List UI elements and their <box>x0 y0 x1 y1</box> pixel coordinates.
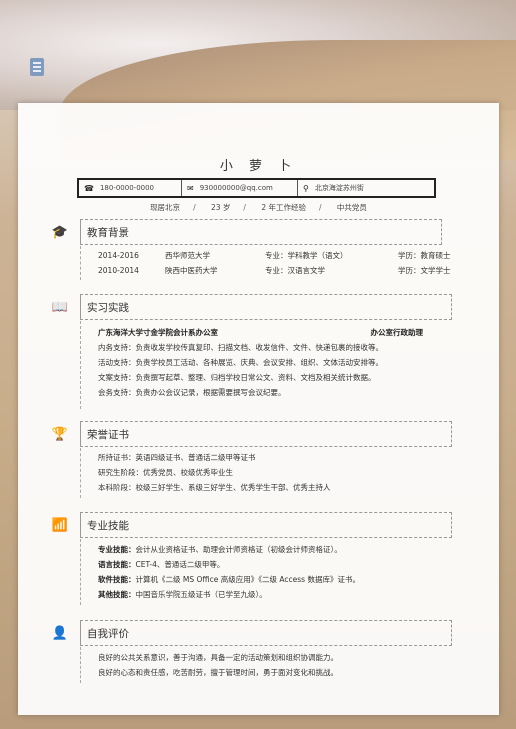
person-icon: 👤 <box>51 625 69 641</box>
skill-line: 语言技能：CET-4、普通话二级甲等。 <box>98 557 360 572</box>
bar-chart-icon: 📶 <box>51 517 69 533</box>
section-education: 🎓 教育背景 <box>46 218 442 246</box>
honor-line: 本科阶段：校级三好学生、系级三好学生、优秀学生干部、优秀主持人 <box>98 483 331 492</box>
edu-major: 专业：汉语言文学 <box>265 266 325 275</box>
section-title-practice: 实习实践 <box>80 294 452 320</box>
contact-address: ⚲ 北京海淀苏州街 <box>298 180 434 196</box>
graduation-cap-icon: 🎓 <box>51 224 69 240</box>
meta-location: 现居北京 <box>150 203 181 212</box>
contact-bar: ☎ 180-0000-0000 ✉ 930000000@qq.com ⚲ 北京海… <box>77 178 436 198</box>
meta-politics: 中共党员 <box>336 203 367 212</box>
trophy-icon: 🏆 <box>51 426 69 442</box>
skill-label: 语言技能： <box>98 560 136 569</box>
resume-name: 小 萝 卜 <box>219 159 298 174</box>
honor-line: 所持证书：英语四级证书、普通话二级甲等证书 <box>98 453 256 462</box>
self-list: 良好的公共关系意识，善于沟通，具备一定的活动策划和组织协调能力。 良好的心态和责… <box>98 650 338 680</box>
skill-line: 专业技能：会计从业资格证书、助理会计师资格证（初级会计师资格证）。 <box>98 542 360 557</box>
edu-major: 专业：学科教学（语文） <box>265 251 348 260</box>
section-honors: 🏆 荣誉证书 <box>46 420 452 448</box>
email-icon: ✉ <box>187 183 194 193</box>
edu-period: 2014-2016 <box>98 251 139 260</box>
divider <box>80 539 81 605</box>
practice-line: 文案支持：负责撰写起草、整理、归档学校日常公文、资料、文档及相关统计数据。 <box>98 373 376 382</box>
practice-list: 广东海洋大学寸金学院会计系办公室 办公室行政助理 内务支持：负责收发学校传真复印… <box>98 325 423 400</box>
section-title-honors: 荣誉证书 <box>80 421 452 447</box>
skill-line: 软件技能：计算机《二级 MS Office 高级应用》《二级 Access 数据… <box>98 572 360 587</box>
meta-experience: 2 年工作经验 <box>261 203 306 212</box>
edu-school: 西华师范大学 <box>165 251 210 260</box>
edu-period: 2010-2014 <box>98 266 139 275</box>
skill-text: 计算机《二级 MS Office 高级应用》《二级 Access 数据库》证书。 <box>135 575 360 584</box>
job-header: 广东海洋大学寸金学院会计系办公室 办公室行政助理 <box>98 325 423 340</box>
skill-label: 专业技能： <box>98 545 136 554</box>
skill-label: 软件技能： <box>98 575 136 584</box>
document-icon[interactable] <box>30 58 44 76</box>
divider <box>80 647 81 683</box>
skill-text: CET-4、普通话二级甲等。 <box>135 560 225 569</box>
self-line: 良好的心态和责任感，吃苦耐劳，擅于管理时间，勇于面对变化和挑战。 <box>98 668 338 677</box>
personal-meta: 现居北京/ 23 岁/ 2 年工作经验 / 中共党员 <box>150 203 367 212</box>
honors-list: 所持证书：英语四级证书、普通话二级甲等证书 研究生阶段：优秀党员、校级优秀毕业生… <box>98 450 331 495</box>
honor-line: 研究生阶段：优秀党员、校级优秀毕业生 <box>98 468 233 477</box>
job-org: 广东海洋大学寸金学院会计系办公室 <box>98 328 218 337</box>
book-icon: 📖 <box>51 299 69 315</box>
section-skills: 📶 专业技能 <box>46 511 452 539</box>
practice-line: 活动支持：负责学校员工活动、各种展览、庆典、会议安排、组织、文体活动安排等。 <box>98 358 383 367</box>
skill-text: 会计从业资格证书、助理会计师资格证（初级会计师资格证）。 <box>135 545 342 554</box>
skill-label: 其他技能： <box>98 590 136 599</box>
phone-icon: ☎ <box>84 183 94 193</box>
divider <box>80 321 81 409</box>
address-text: 北京海淀苏州街 <box>314 184 364 192</box>
resume-page: 小 萝 卜 ☎ 180-0000-0000 ✉ 930000000@qq.com… <box>18 103 499 715</box>
practice-line: 内务支持：负责收发学校传真复印、扫描文档、收发信件、文件、快递包裹的接收等。 <box>98 343 383 352</box>
education-list: 2014-2016 西华师范大学 专业：学科教学（语文） 学历：教育硕士 201… <box>98 248 451 278</box>
section-title-self: 自我评价 <box>80 620 452 646</box>
location-pin-icon: ⚲ <box>303 183 309 193</box>
skill-line: 其他技能：中国音乐学院五级证书（已学至九级）。 <box>98 587 360 602</box>
edu-school: 陕西中医药大学 <box>165 266 218 275</box>
section-self-evaluation: 👤 自我评价 <box>46 619 452 647</box>
skill-text: 中国音乐学院五级证书（已学至九级）。 <box>135 590 267 599</box>
education-row: 2010-2014 陕西中医药大学 专业：汉语言文学 学历：文学学士 <box>98 263 451 278</box>
meta-age: 23 岁 <box>210 203 231 212</box>
education-row: 2014-2016 西华师范大学 专业：学科教学（语文） 学历：教育硕士 <box>98 248 451 263</box>
self-line: 良好的公共关系意识，善于沟通，具备一定的活动策划和组织协调能力。 <box>98 653 338 662</box>
email-text: 930000000@qq.com <box>199 184 273 192</box>
section-title-education: 教育背景 <box>80 219 442 245</box>
divider <box>80 448 81 498</box>
divider <box>80 246 81 280</box>
edu-degree: 学历：教育硕士 <box>398 251 451 260</box>
edu-degree: 学历：文学学士 <box>398 266 451 275</box>
section-title-skills: 专业技能 <box>80 512 452 538</box>
job-role: 办公室行政助理 <box>370 328 424 337</box>
phone-text: 180-0000-0000 <box>99 184 155 192</box>
practice-line: 会务支持：负责办公会议记录，根据需要撰写会议纪要。 <box>98 388 286 397</box>
section-practice: 📖 实习实践 <box>46 293 452 321</box>
skills-list: 专业技能：会计从业资格证书、助理会计师资格证（初级会计师资格证）。 语言技能：C… <box>98 542 360 602</box>
contact-phone: ☎ 180-0000-0000 <box>79 180 182 196</box>
contact-email: ✉ 930000000@qq.com <box>182 180 298 196</box>
